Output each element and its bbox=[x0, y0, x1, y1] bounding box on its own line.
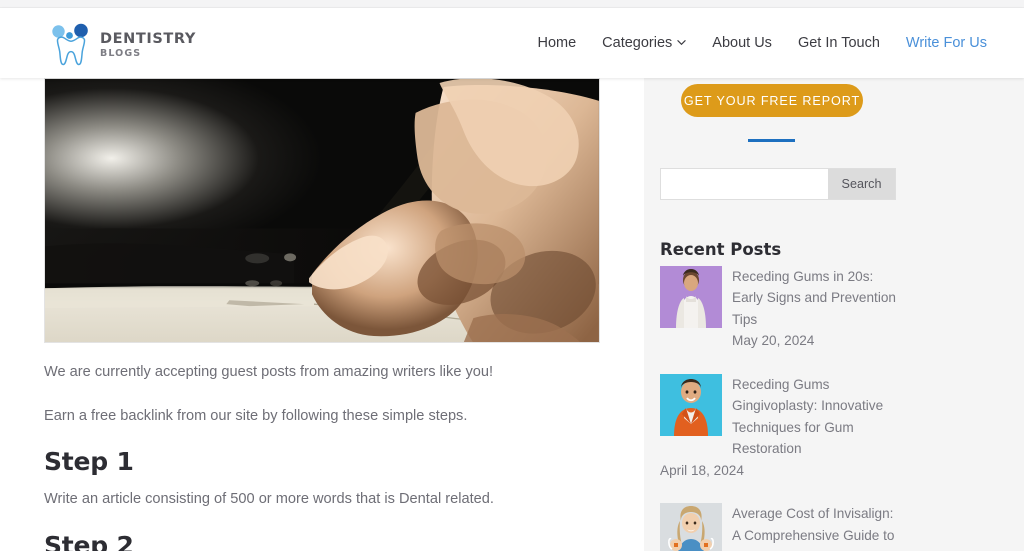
post-date: May 20, 2024 bbox=[732, 333, 815, 349]
post-date: April 18, 2024 bbox=[660, 462, 744, 478]
page-root: DENTISTRY BLOGS Home Categories About Us… bbox=[0, 0, 1024, 551]
search-form: Search bbox=[660, 168, 896, 200]
post-thumbnail bbox=[660, 266, 722, 328]
woman-blue-holding-aligners-thumb bbox=[660, 503, 722, 551]
article-body: We are currently accepting guest posts f… bbox=[44, 360, 614, 551]
sidebar: GET YOUR FREE REPORT Search Recent Posts bbox=[644, 78, 1024, 551]
post-thumbnail bbox=[660, 503, 722, 551]
nav-item-about-us[interactable]: About Us bbox=[699, 35, 785, 51]
man-orange-shirt-cyan-bg-thumb bbox=[660, 373, 722, 436]
nav-item-write-for-us[interactable]: Write For Us bbox=[893, 35, 1000, 51]
hero-photo bbox=[44, 78, 600, 343]
recent-posts-list: Receding Gums in 20s: Early Signs and Pr… bbox=[660, 266, 900, 551]
step-1-paragraph: Write an article consisting of 500 or mo… bbox=[44, 491, 494, 508]
logo-title: DENTISTRY bbox=[100, 30, 196, 47]
sidebar-divider bbox=[748, 139, 795, 142]
search-button[interactable]: Search bbox=[828, 168, 896, 200]
list-item[interactable]: Receding Gums Gingivoplasty: Innovative … bbox=[660, 373, 900, 481]
post-text: Average Cost of Invisalign: A Comprehens… bbox=[732, 503, 900, 551]
nav-label: About Us bbox=[712, 35, 772, 51]
site-logo[interactable]: DENTISTRY BLOGS bbox=[48, 22, 196, 68]
main-content-column: We are currently accepting guest posts f… bbox=[0, 78, 644, 551]
nav-item-categories[interactable]: Categories bbox=[589, 35, 699, 51]
tooth-logo-icon bbox=[52, 23, 88, 66]
logo-subtitle: BLOGS bbox=[100, 48, 142, 59]
nav-label: Home bbox=[537, 35, 577, 51]
list-item[interactable]: Average Cost of Invisalign: A Comprehens… bbox=[660, 503, 900, 551]
post-thumbnail bbox=[660, 373, 722, 436]
nav-label: Write For Us bbox=[905, 35, 987, 51]
post-title[interactable]: Receding Gums Gingivoplasty: Innovative … bbox=[732, 377, 883, 456]
search-input[interactable] bbox=[660, 168, 828, 200]
post-text: Receding Gums Gingivoplasty: Innovative … bbox=[660, 374, 900, 481]
site-header: DENTISTRY BLOGS Home Categories About Us… bbox=[0, 8, 1024, 78]
nav-item-get-in-touch[interactable]: Get In Touch bbox=[785, 35, 893, 51]
heading-step-2: Step 2 bbox=[44, 530, 134, 551]
post-title[interactable]: Average Cost of Invisalign: A Comprehens… bbox=[732, 506, 894, 551]
nav-item-home[interactable]: Home bbox=[524, 35, 589, 51]
browser-top-strip bbox=[0, 0, 1024, 8]
main-navigation: Home Categories About Us Get In Touch Wr… bbox=[524, 8, 1000, 78]
post-title[interactable]: Receding Gums in 20s: Early Signs and Pr… bbox=[732, 269, 896, 327]
hero-photo-illustration bbox=[45, 79, 599, 342]
nav-label: Categories bbox=[602, 35, 673, 51]
nav-label: Get In Touch bbox=[797, 35, 880, 51]
intro-paragraph-2: Earn a free backlink from our site by fo… bbox=[44, 407, 468, 424]
chevron-down-icon bbox=[677, 38, 686, 47]
post-text: Receding Gums in 20s: Early Signs and Pr… bbox=[732, 266, 900, 352]
intro-paragraph-1: We are currently accepting guest posts f… bbox=[44, 364, 494, 380]
heading-step-1: Step 1 bbox=[44, 447, 134, 477]
man-white-tshirt-purple-bg-thumb bbox=[660, 266, 722, 328]
list-item[interactable]: Receding Gums in 20s: Early Signs and Pr… bbox=[660, 266, 900, 352]
get-free-report-button[interactable]: GET YOUR FREE REPORT bbox=[681, 84, 863, 117]
recent-posts-heading: Recent Posts bbox=[660, 240, 782, 259]
